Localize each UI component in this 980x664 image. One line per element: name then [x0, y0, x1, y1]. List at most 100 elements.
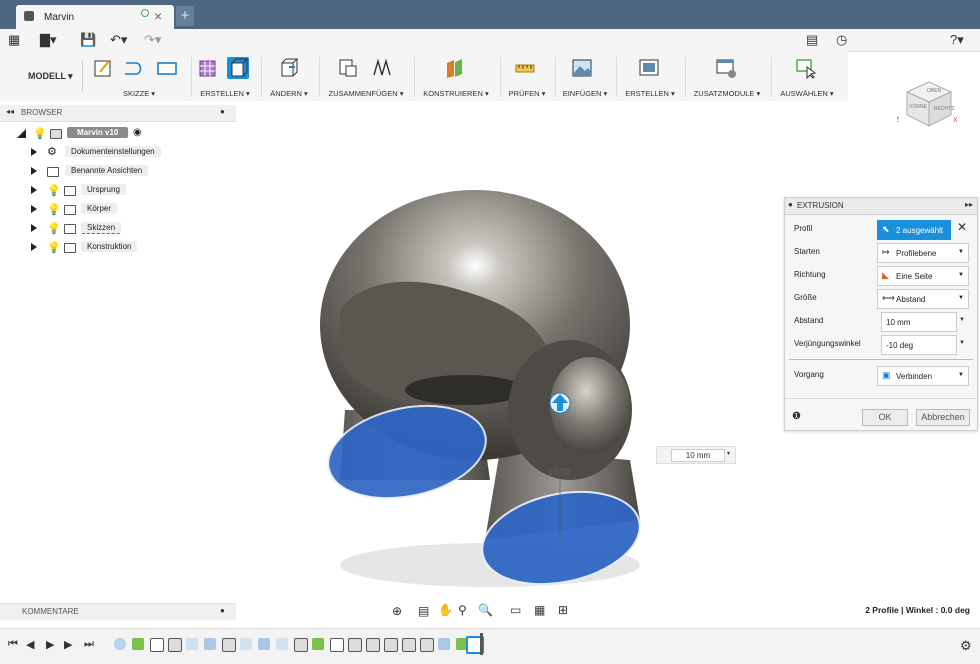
browser-item-origin[interactable]: 💡 Ursprung	[31, 184, 231, 198]
file-menu-icon[interactable]: ▇▾	[40, 32, 57, 47]
form-tool-icon[interactable]	[197, 57, 219, 79]
timeline-feature[interactable]	[366, 638, 380, 652]
browser-item-bodies[interactable]: 💡 Körper	[31, 203, 231, 217]
close-tab-icon[interactable]: ×	[154, 8, 162, 24]
expand-triangle-icon[interactable]	[31, 167, 37, 175]
offset-plane-icon[interactable]	[444, 57, 466, 79]
save-icon[interactable]: 💾	[80, 32, 96, 47]
panel-pin-icon[interactable]: ●	[220, 606, 225, 615]
timeline-feature[interactable]	[294, 638, 308, 652]
expanded-triangle-icon[interactable]	[17, 129, 26, 138]
look-at-icon[interactable]: ▤	[418, 604, 429, 618]
render-icon[interactable]	[638, 57, 660, 79]
pan-hand-icon[interactable]: ✋	[438, 603, 453, 617]
data-panel-grid-icon[interactable]: ▦	[8, 32, 20, 47]
timeline-feature[interactable]	[438, 638, 450, 650]
document-tab[interactable]: Marvin ×	[16, 5, 174, 29]
browser-item-sketches[interactable]: 💡 Skizzen	[31, 222, 231, 236]
press-pull-icon[interactable]	[278, 57, 300, 79]
ribbon-group-modify[interactable]: ÄNDERN ▾	[263, 51, 315, 101]
timeline-feature[interactable]	[240, 638, 252, 650]
ribbon-group-sketch[interactable]: SKIZZE ▾	[88, 51, 190, 101]
job-status-clock-icon[interactable]: ◷	[836, 32, 847, 47]
timeline-feature[interactable]	[276, 638, 288, 650]
ribbon-group-construct[interactable]: KONSTRUIEREN ▾	[416, 51, 496, 101]
display-settings-icon[interactable]: ▭	[510, 603, 521, 617]
ribbon-group-create[interactable]: ERSTELLEN ▾	[193, 51, 257, 101]
ribbon-group-insert[interactable]: EINFÜGEN ▾	[557, 51, 613, 101]
info-icon[interactable]: ❶	[792, 411, 801, 422]
timeline-feature[interactable]	[348, 638, 362, 652]
timeline-marker[interactable]	[480, 633, 483, 655]
chevron-down-icon[interactable]: ▼	[959, 340, 965, 346]
profile-selection-button[interactable]: ⬉ 2 ausgewählt	[877, 220, 951, 240]
viewcube-right-label[interactable]: RECHTS	[934, 106, 955, 112]
timeline-feature[interactable]	[150, 638, 164, 652]
select-tool-icon[interactable]	[795, 57, 817, 79]
fit-icon[interactable]: 🔍	[478, 603, 493, 617]
clear-selection-icon[interactable]: ✕	[957, 220, 967, 234]
visibility-bulb-icon[interactable]: 💡	[47, 222, 61, 235]
go-to-end-icon[interactable]: ⏭	[84, 638, 94, 651]
visibility-bulb-icon[interactable]: 💡	[47, 241, 61, 254]
browser-item-document-settings[interactable]: ⚙ Dokumenteinstellungen	[31, 146, 231, 160]
step-back-icon[interactable]: ◀	[26, 638, 34, 651]
browser-root-label[interactable]: Marvin v10	[67, 127, 129, 138]
taper-angle-field[interactable]: -10 deg	[881, 335, 957, 355]
collapse-panel-icon[interactable]: ◂◂	[6, 107, 14, 116]
ribbon-group-assemble[interactable]: ZUSAMMENFÜGEN ▾	[321, 51, 411, 101]
browser-item-construction[interactable]: 💡 Konstruktion	[31, 241, 231, 255]
timeline-feature[interactable]	[168, 638, 182, 652]
expand-triangle-icon[interactable]	[31, 243, 37, 251]
visibility-bulb-icon[interactable]: 💡	[47, 203, 61, 216]
expand-triangle-icon[interactable]	[31, 186, 37, 194]
distance-input-field[interactable]: 10 mm	[671, 449, 725, 462]
joint-tool-icon[interactable]	[371, 57, 393, 79]
line-tool-icon[interactable]	[122, 57, 144, 79]
cancel-button[interactable]: Abbrechen	[916, 409, 970, 426]
extrusion-dialog[interactable]: ● EXTRUSION ▸▸ Profil ⬉ 2 ausgewählt ✕ S…	[784, 197, 978, 431]
rectangle-tool-icon[interactable]	[156, 57, 178, 79]
expand-triangle-icon[interactable]	[31, 148, 37, 156]
redo-icon[interactable]: ↷▾	[144, 32, 161, 47]
distance-field[interactable]: 10 mm	[881, 312, 957, 332]
timeline-feature[interactable]	[330, 638, 344, 652]
timeline-feature[interactable]	[312, 638, 324, 650]
expand-triangle-icon[interactable]	[31, 205, 37, 213]
timeline-settings-gear-icon[interactable]: ⚙	[960, 638, 972, 654]
undo-icon[interactable]: ↶▾	[110, 32, 127, 47]
go-to-start-icon[interactable]: ⏮	[8, 638, 18, 651]
zoom-icon[interactable]: ⚲	[458, 603, 467, 617]
activate-radio-icon[interactable]: ◉	[133, 127, 142, 138]
scripts-addins-icon[interactable]	[715, 57, 737, 79]
browser-item-named-views[interactable]: Benannte Ansichten	[31, 165, 231, 179]
timeline-feature[interactable]	[114, 638, 126, 650]
dialog-header[interactable]: ● EXTRUSION ▸▸	[785, 198, 977, 215]
panel-pin-icon[interactable]: ●	[220, 107, 225, 116]
chevron-down-icon[interactable]: ▾	[727, 450, 730, 457]
timeline-feature[interactable]	[384, 638, 398, 652]
timeline-feature[interactable]	[258, 638, 270, 650]
start-dropdown[interactable]: ↦ Profilebene ▼	[877, 243, 969, 263]
operation-dropdown[interactable]: ▣ Verbinden ▼	[877, 366, 969, 386]
workspace-switcher[interactable]: MODELL ▾	[10, 61, 83, 91]
measure-tool-icon[interactable]	[514, 57, 536, 79]
direction-dropdown[interactable]: ◣ Eine Seite ▼	[877, 266, 969, 286]
new-component-icon[interactable]	[337, 57, 359, 79]
visibility-bulb-icon[interactable]: 💡	[33, 127, 47, 140]
ribbon-group-addins[interactable]: ZUSATZMODULE ▾	[687, 51, 767, 101]
timeline-feature[interactable]	[186, 638, 198, 650]
distance-input-box[interactable]: 10 mm ▾	[656, 446, 736, 464]
extrude-tool-icon[interactable]	[227, 57, 249, 79]
timeline-feature[interactable]	[420, 638, 434, 652]
insert-image-icon[interactable]	[571, 57, 593, 79]
ribbon-group-select[interactable]: AUSWÄHLEN ▾	[773, 51, 841, 101]
new-tab-button[interactable]: +	[176, 6, 194, 26]
ribbon-group-make[interactable]: ERSTELLEN ▾	[618, 51, 682, 101]
view-cube[interactable]: OBEN VORNE RECHTS Y Z X	[897, 70, 957, 130]
timeline-feature[interactable]	[132, 638, 144, 650]
chevron-down-icon[interactable]: ▼	[959, 317, 965, 323]
help-icon[interactable]: ?▾	[950, 32, 964, 47]
ribbon-group-inspect[interactable]: PRÜFEN ▾	[502, 51, 552, 101]
create-sketch-icon[interactable]	[92, 57, 114, 79]
